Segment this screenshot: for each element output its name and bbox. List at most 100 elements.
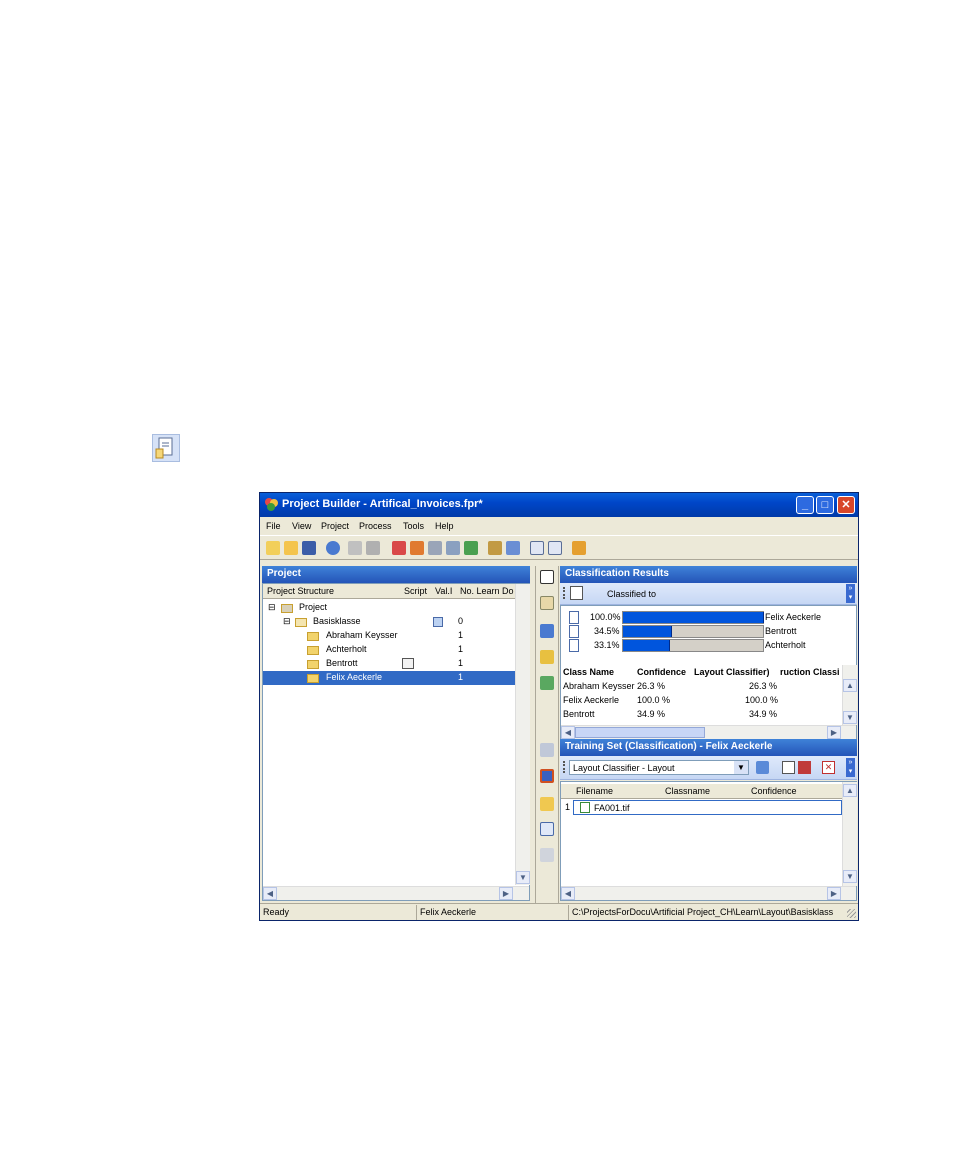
table-row[interactable]: 1 FA001.tif [561,800,842,815]
result-class-name: Felix Aeckerle [765,612,822,622]
scroll-right-button[interactable]: ▶ [499,887,513,900]
settings-gear-icon[interactable] [326,541,340,555]
col-classname[interactable]: Classname [665,786,710,796]
row-selection[interactable]: FA001.tif [573,800,842,815]
result-row[interactable]: 34.5% Bentrott [561,625,851,639]
menu-help[interactable]: Help [435,521,454,531]
tree-item-basisklasse[interactable]: ⊟ Basisklasse 0 [263,615,515,629]
scroll-down-button[interactable]: ▼ [843,711,857,724]
tree-item-project[interactable]: ⊟ Project [263,601,515,615]
save-icon[interactable] [302,541,316,555]
minimize-button[interactable]: _ [796,496,814,514]
learn-icon[interactable] [446,541,460,555]
menu-process[interactable]: Process [359,521,392,531]
dropdown-value: Layout Classifier - Layout [573,763,675,773]
classifier-vertical-scrollbar[interactable]: ▲ ▼ [842,665,857,725]
scroll-left-button[interactable]: ◀ [263,887,277,900]
tree-item-achterholt[interactable]: Achterholt 1 [263,643,515,657]
delete-document-icon[interactable]: ✕ [822,761,835,774]
training-horizontal-scrollbar[interactable]: ◀ ▶ [561,886,856,900]
col-layout-classifier[interactable]: Layout Classifier) [694,667,770,677]
scroll-right-button[interactable]: ▶ [827,726,841,739]
cell-confidence: 100.0 % [637,695,671,705]
validate-icon[interactable] [464,541,478,555]
collapse-toggle-icon[interactable]: ⊟ [283,616,291,627]
new-project-icon[interactable] [266,541,280,555]
classification-view-icon[interactable] [540,570,554,584]
col-no-learn-docs[interactable]: No. Learn Do [460,586,514,596]
documents-view-icon[interactable] [540,743,554,757]
tree-item-bentrott[interactable]: Bentrott 1 [263,657,515,671]
col-project-structure[interactable]: Project Structure [267,586,334,596]
col-confidence[interactable]: Confidence [751,786,797,796]
report-icon[interactable] [530,541,544,555]
open-folder-icon[interactable] [284,541,298,555]
scroll-up-button[interactable]: ▲ [843,679,857,692]
col-confidence[interactable]: Confidence [637,667,686,677]
table-row[interactable]: Abraham Keysser 26.3 % 26.3 % [561,680,843,694]
grip-handle-icon[interactable] [563,587,567,599]
ocr-all-icon[interactable] [366,541,380,555]
collapse-toggle-icon[interactable]: ⊟ [268,602,276,613]
toolbar-overflow-icon[interactable]: » ▾ [846,584,855,603]
cell-confidence: 34.9 % [637,709,666,719]
tree-item-abraham-keysser[interactable]: Abraham Keysser 1 [263,629,515,643]
classifier-horizontal-scrollbar[interactable]: ◀ ▶ [561,725,856,739]
document-stack-icon[interactable] [428,541,442,555]
table-row[interactable]: Bentrott 34.9 % 34.9 % [561,708,843,722]
close-button[interactable]: ✕ [837,496,855,514]
grip-handle-icon[interactable] [563,761,567,773]
scroll-right-button[interactable]: ▶ [827,887,841,900]
maximize-button[interactable]: □ [816,496,834,514]
menu-tools[interactable]: Tools [403,521,424,531]
tree-vertical-scrollbar[interactable]: ▼ [515,584,530,885]
scroll-left-button[interactable]: ◀ [561,887,575,900]
dropdown-arrow-icon[interactable]: ▼ [734,761,748,774]
table-view-icon[interactable] [540,596,554,610]
col-instruction-classifier[interactable]: ruction Classi [780,667,840,677]
col-val[interactable]: Val.I [435,586,452,596]
toolbar-overflow-icon[interactable]: » ▾ [846,758,855,777]
resize-grip-icon[interactable] [847,909,856,918]
scroll-down-button[interactable]: ▼ [843,870,857,883]
tree-view-icon[interactable] [540,624,554,638]
col-filename[interactable]: Filename [576,786,613,796]
classify-icon[interactable] [392,541,406,555]
col-class-name[interactable]: Class Name [563,667,614,677]
highlight-view-icon[interactable] [540,650,554,664]
statistics-icon[interactable] [572,541,586,555]
result-row[interactable]: 33.1% Achterholt [561,639,851,653]
status-separator [416,905,417,920]
scroll-down-button[interactable]: ▼ [516,871,530,884]
scroll-up-button[interactable]: ▲ [843,784,857,797]
tree-item-felix-aeckerle[interactable]: Felix Aeckerle 1 [263,671,515,685]
menu-file[interactable]: File [266,521,281,531]
confidence-bar [622,611,764,624]
col-script[interactable]: Script [404,586,427,596]
classifier-dropdown[interactable]: Layout Classifier - Layout ▼ [569,760,749,775]
cell-layout: 100.0 % [745,695,779,705]
ocr-icon[interactable] [348,541,362,555]
list-icon[interactable] [548,541,562,555]
training-view-icon[interactable] [540,769,554,783]
network-icon[interactable] [506,541,520,555]
menu-project[interactable]: Project [321,521,349,531]
training-table-header: Filename Classname Confidence [561,784,842,799]
open-folder-icon[interactable] [756,761,769,774]
tree-horizontal-scrollbar[interactable]: ◀ ▶ [263,886,529,900]
result-row[interactable]: 100.0% Felix Aeckerle [561,611,851,625]
menu-view[interactable]: View [292,521,311,531]
class-tree-icon[interactable] [488,541,502,555]
folder-view-icon[interactable] [540,797,554,811]
scroll-thumb[interactable] [575,727,705,738]
training-vertical-scrollbar[interactable]: ▲ ▼ [842,782,857,886]
import-document-icon[interactable] [798,761,811,774]
scroll-left-button[interactable]: ◀ [561,726,575,739]
table-row[interactable]: Felix Aeckerle 100.0 % 100.0 % [561,694,843,708]
report-view-icon[interactable] [540,848,554,862]
add-document-icon[interactable] [782,761,795,774]
checklist-view-icon[interactable] [540,676,554,690]
extract-icon[interactable] [410,541,424,555]
folder-icon [307,632,319,641]
verify-view-icon[interactable] [540,822,554,836]
